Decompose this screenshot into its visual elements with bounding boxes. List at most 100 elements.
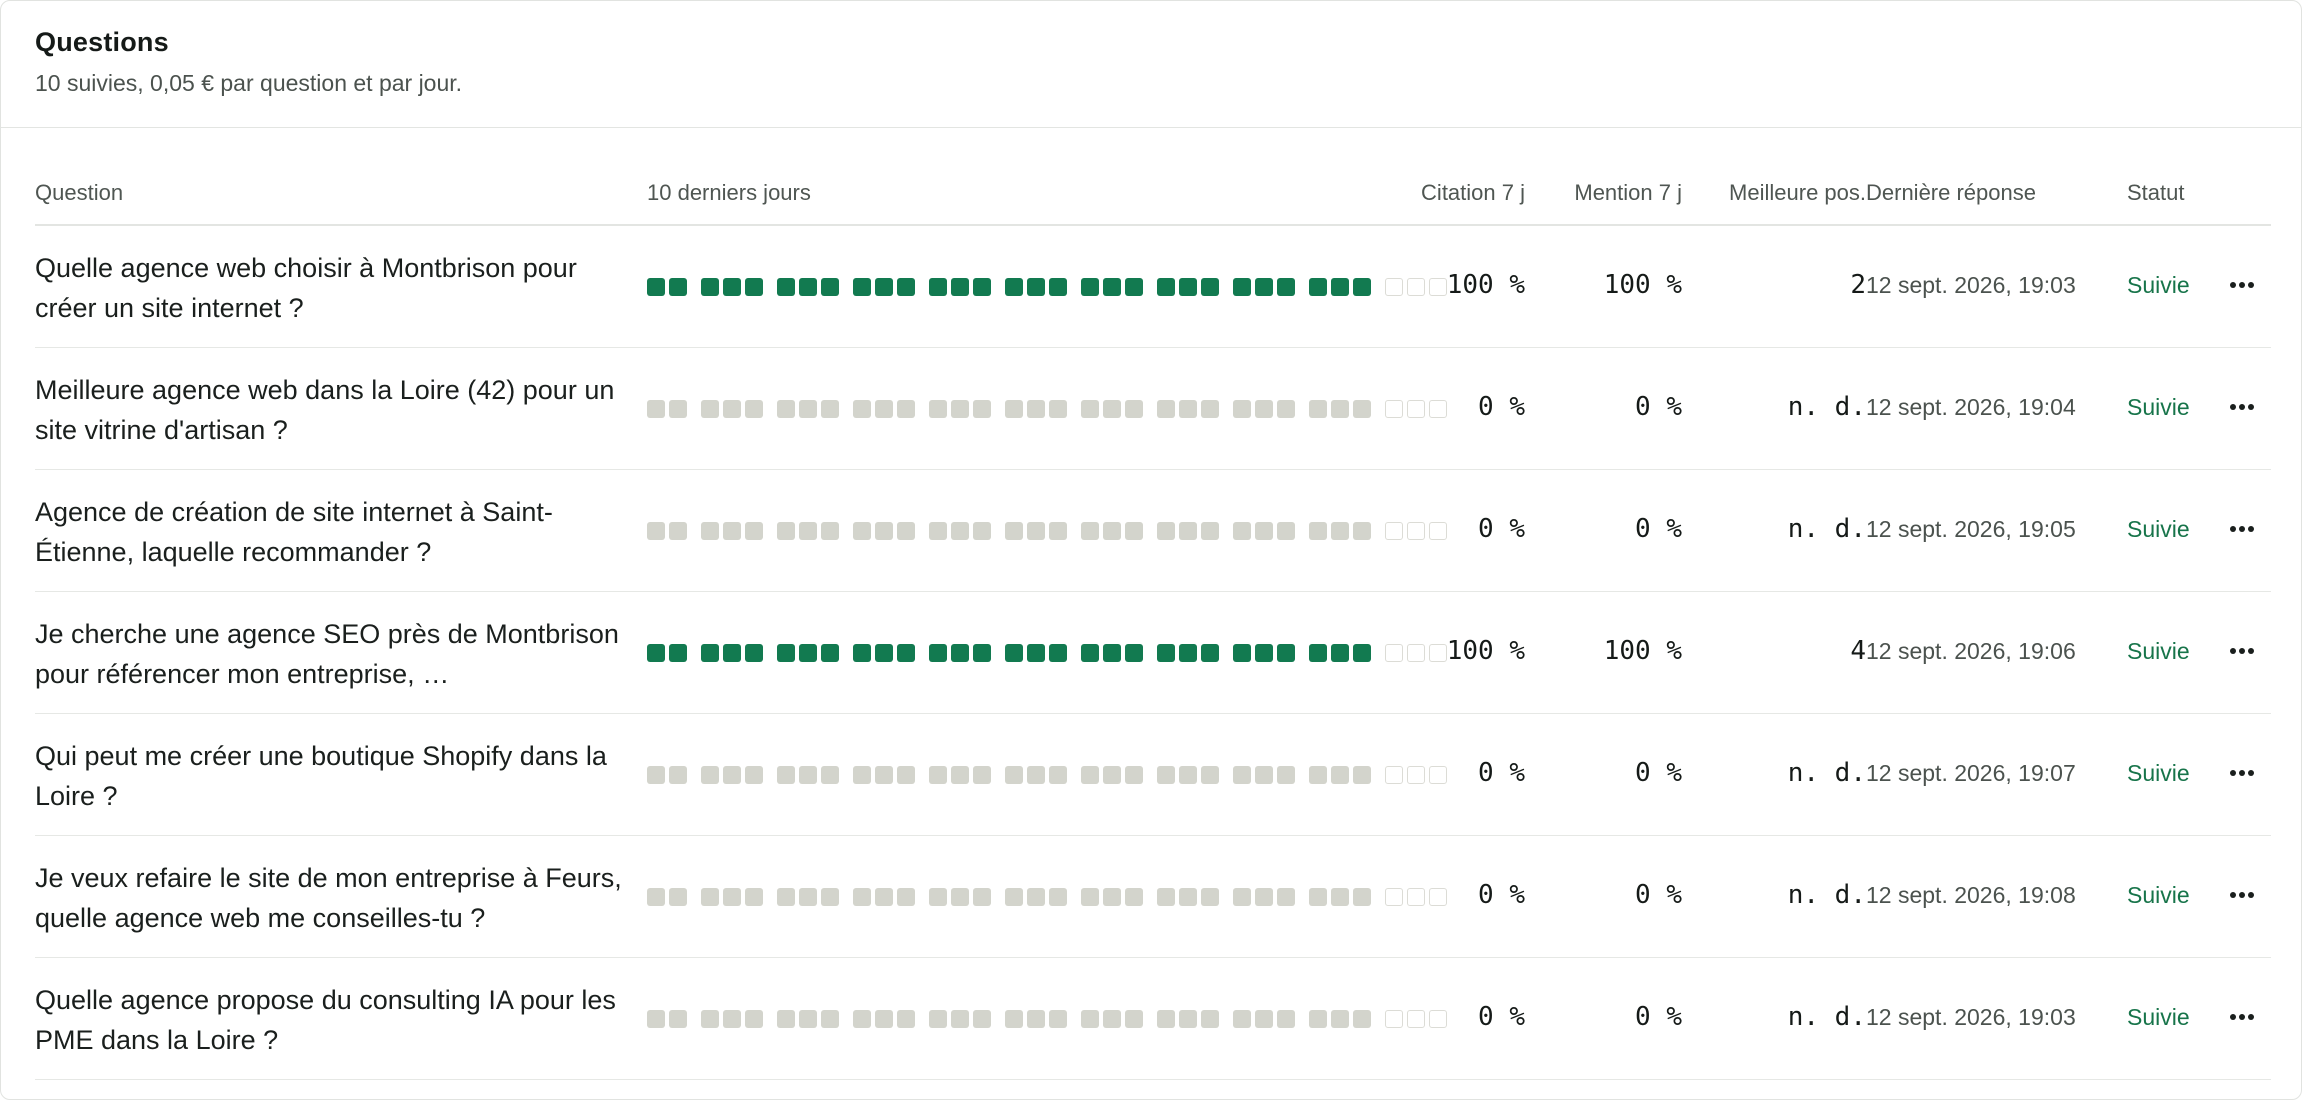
day-history (647, 888, 1461, 906)
table-row[interactable]: Quelle agence web choisir à Montbrison p… (35, 226, 2271, 348)
citation-value: 0 % (1478, 514, 1525, 544)
table-row[interactable]: Agence de création de site internet à Sa… (35, 470, 2271, 592)
status-badge: Suivie (2127, 394, 2190, 420)
day-cell (1309, 888, 1327, 906)
table-row[interactable]: Meilleure agence web dans la Loire (42) … (35, 348, 2271, 470)
day-cell (1103, 400, 1121, 418)
day-cell (951, 644, 969, 662)
question-text: Meilleure agence web dans la Loire (42) … (35, 375, 615, 445)
day-cell (669, 644, 687, 662)
day-cell (1103, 1010, 1121, 1028)
day-cell (951, 400, 969, 418)
day-cell (1125, 644, 1143, 662)
day-cell (1125, 522, 1143, 540)
best-position-value: 4 (1850, 636, 1866, 666)
day-cell (669, 766, 687, 784)
day-group-empty (1385, 644, 1451, 662)
day-cell (951, 522, 969, 540)
day-cell (777, 766, 795, 784)
day-cell (1049, 1010, 1067, 1028)
day-cell (745, 888, 763, 906)
column-header-days: 10 derniers jours (647, 180, 811, 205)
table-row[interactable]: Quelle agence propose du consulting IA p… (35, 958, 2271, 1080)
day-group (1005, 522, 1071, 540)
day-group (1309, 644, 1375, 662)
column-header-last-answer: Dernière réponse (1866, 180, 2036, 205)
day-cell (1277, 644, 1295, 662)
day-cell (875, 644, 893, 662)
table-row[interactable]: Je veux refaire le site de mon entrepris… (35, 836, 2271, 958)
day-group (1081, 400, 1147, 418)
day-cell (799, 888, 817, 906)
day-history (647, 766, 1461, 784)
best-position-value: 2 (1850, 270, 1866, 300)
day-cell (1233, 278, 1251, 296)
day-group (1005, 278, 1071, 296)
day-cell (1049, 644, 1067, 662)
day-cell (1353, 278, 1371, 296)
day-cell-empty (1429, 888, 1447, 906)
day-cell (723, 522, 741, 540)
day-group (1233, 766, 1299, 784)
day-cell (723, 888, 741, 906)
day-history (647, 522, 1461, 540)
day-cell (1331, 766, 1349, 784)
day-cell (1103, 644, 1121, 662)
day-cell (951, 278, 969, 296)
more-horizontal-icon[interactable] (2227, 880, 2257, 910)
day-group (853, 1010, 919, 1028)
more-horizontal-icon[interactable] (2227, 270, 2257, 300)
day-cell-empty (1385, 766, 1403, 784)
more-horizontal-icon[interactable] (2227, 758, 2257, 788)
table-row[interactable]: Je cherche une agence SEO près de Montbr… (35, 592, 2271, 714)
day-group (1233, 278, 1299, 296)
panel-title: Questions (35, 27, 169, 57)
day-group (1157, 644, 1223, 662)
day-cell (1309, 766, 1327, 784)
day-cell (1201, 400, 1219, 418)
day-group (1157, 888, 1223, 906)
day-cell (1157, 888, 1175, 906)
day-cell (973, 522, 991, 540)
day-group (1081, 888, 1147, 906)
day-cell (745, 1010, 763, 1028)
day-cell-empty (1429, 522, 1447, 540)
day-cell-empty (1429, 644, 1447, 662)
day-cell (1255, 766, 1273, 784)
day-cell (1005, 888, 1023, 906)
column-header-citation: Citation 7 j (1421, 180, 1525, 205)
day-cell (853, 888, 871, 906)
day-group (929, 400, 995, 418)
mention-value: 0 % (1635, 758, 1682, 788)
day-cell (1103, 522, 1121, 540)
day-cell-empty (1385, 522, 1403, 540)
day-group (1081, 644, 1147, 662)
day-cell (875, 766, 893, 784)
day-cell (1201, 766, 1219, 784)
more-horizontal-icon[interactable] (2227, 1002, 2257, 1032)
day-cell (1201, 644, 1219, 662)
day-cell (1125, 400, 1143, 418)
day-cell (723, 400, 741, 418)
day-cell (1255, 400, 1273, 418)
last-answer-date: 12 sept. 2026, 19:06 (1866, 638, 2076, 664)
table-row[interactable]: Qui peut me créer une boutique Shopify d… (35, 714, 2271, 836)
day-group (647, 278, 691, 296)
more-horizontal-icon[interactable] (2227, 514, 2257, 544)
day-cell (1005, 644, 1023, 662)
day-cell (799, 278, 817, 296)
day-group (777, 278, 843, 296)
day-cell (853, 400, 871, 418)
day-cell (1005, 278, 1023, 296)
day-group (1157, 522, 1223, 540)
last-answer-date: 12 sept. 2026, 19:03 (1866, 1004, 2076, 1030)
day-cell (1179, 400, 1197, 418)
day-cell (777, 400, 795, 418)
more-horizontal-icon[interactable] (2227, 636, 2257, 666)
last-answer-date: 12 sept. 2026, 19:05 (1866, 516, 2076, 542)
more-horizontal-icon[interactable] (2227, 392, 2257, 422)
day-cell (929, 400, 947, 418)
day-cell (1277, 522, 1295, 540)
mention-value: 0 % (1635, 514, 1682, 544)
day-group (1233, 522, 1299, 540)
